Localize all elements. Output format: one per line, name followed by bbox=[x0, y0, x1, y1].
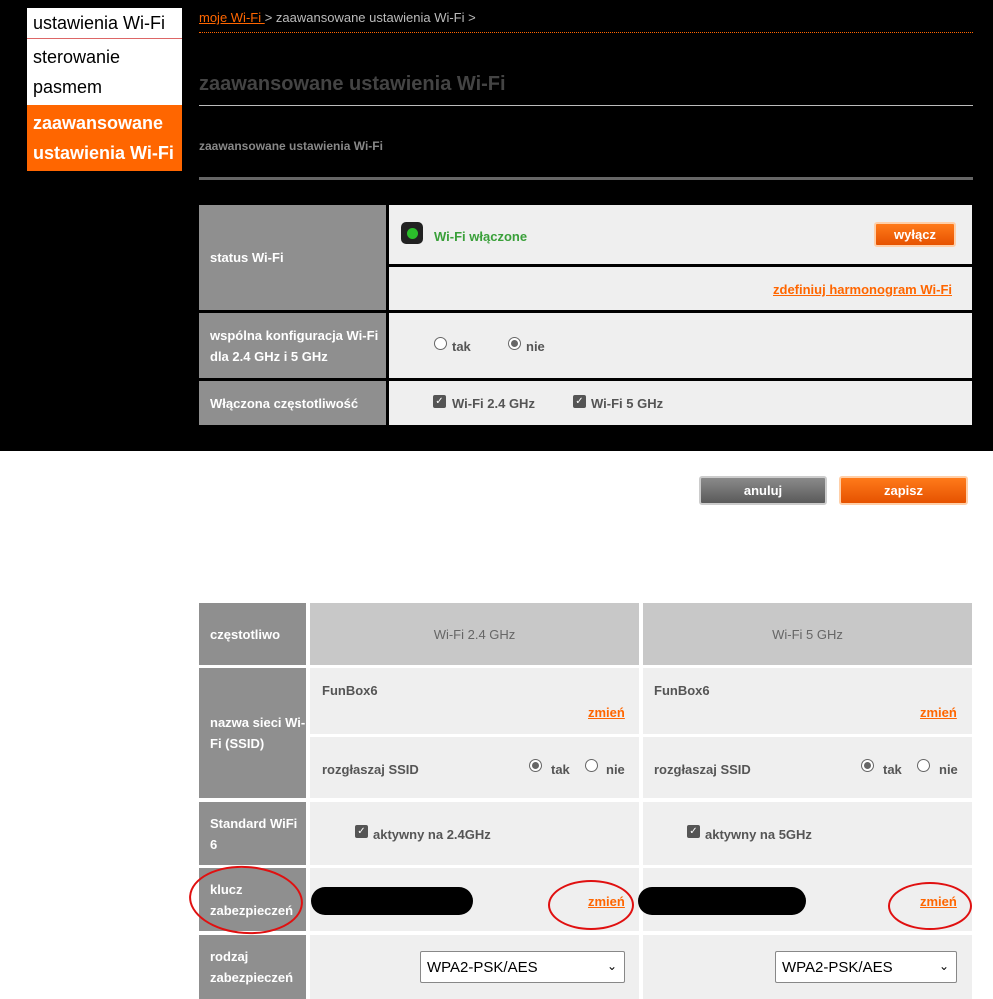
freq-24-checkbox[interactable]: ✓ bbox=[433, 395, 446, 408]
sidebar-item-band-steering[interactable]: sterowanie pasmem bbox=[27, 39, 182, 105]
ssid-5-value: FunBox6 bbox=[654, 683, 710, 698]
key-24-change-link[interactable]: zmień bbox=[588, 894, 625, 909]
freq-5-label: Wi-Fi 5 GHz bbox=[591, 396, 664, 411]
security-5-select[interactable]: WPA2-PSK/AES ⌄ bbox=[775, 951, 957, 983]
broadcast-5-yes-label: tak bbox=[883, 762, 902, 777]
common-config-no-radio[interactable] bbox=[508, 337, 521, 350]
common-config-label: wspólna konfiguracja Wi-Fi dla 2.4 GHz i… bbox=[199, 313, 386, 378]
broadcast-24-no-radio[interactable] bbox=[585, 759, 598, 772]
ssid-label: nazwa sieci Wi-Fi (SSID) bbox=[199, 668, 306, 798]
broadcast-5-no-radio[interactable] bbox=[917, 759, 930, 772]
broadcast-24-no-label: nie bbox=[606, 762, 625, 777]
breadcrumb: moje Wi-Fi > zaawansowane ustawienia Wi-… bbox=[199, 10, 476, 25]
broadcast-5-yes-radio[interactable] bbox=[861, 759, 874, 772]
page-title: zaawansowane ustawienia Wi-Fi bbox=[199, 73, 506, 95]
broadcast-5-label: rozgłaszaj SSID bbox=[654, 762, 751, 777]
security-24-select[interactable]: WPA2-PSK/AES ⌄ bbox=[420, 951, 625, 983]
title-divider bbox=[199, 105, 973, 106]
wifi-off-button[interactable]: wyłącz bbox=[874, 222, 956, 247]
breadcrumb-divider bbox=[199, 32, 973, 33]
security-type-label: rodzaj zabezpieczeń bbox=[199, 935, 306, 999]
status-label: status Wi-Fi bbox=[199, 205, 386, 310]
sidebar-item-advanced-wifi[interactable]: zaawansowane ustawienia Wi-Fi bbox=[27, 105, 182, 171]
band-24-header: Wi-Fi 2.4 GHz bbox=[310, 603, 639, 665]
ssid-24-value: FunBox6 bbox=[322, 683, 378, 698]
breadcrumb-current: > zaawansowane ustawienia Wi-Fi > bbox=[264, 10, 476, 25]
key-24-redaction bbox=[311, 887, 473, 915]
ssid-24-change-link[interactable]: zmień bbox=[588, 705, 625, 720]
common-config-row bbox=[389, 313, 972, 378]
cancel-button[interactable]: anuluj bbox=[699, 476, 827, 505]
broadcast-24-label: rozgłaszaj SSID bbox=[322, 762, 419, 777]
chevron-down-icon: ⌄ bbox=[606, 959, 617, 973]
sidebar-item-wifi-settings[interactable]: ustawienia Wi-Fi bbox=[27, 8, 182, 39]
subtitle-divider bbox=[199, 177, 973, 180]
page-subtitle: zaawansowane ustawienia Wi-Fi bbox=[199, 139, 383, 153]
wifi6-24-value: aktywny na 2.4GHz bbox=[373, 827, 491, 842]
common-config-no-label: nie bbox=[526, 339, 545, 354]
common-config-yes-radio[interactable] bbox=[434, 337, 447, 350]
sidebar: ustawienia Wi-Fi sterowanie pasmem zaawa… bbox=[27, 8, 182, 171]
freq-24-label: Wi-Fi 2.4 GHz bbox=[452, 396, 535, 411]
ssid-5-row bbox=[643, 668, 972, 734]
freq-header-label: częstotliwo bbox=[199, 603, 306, 665]
enabled-freq-label: Włączona częstotliwość bbox=[199, 381, 386, 425]
wifi-status-icon bbox=[401, 222, 423, 244]
save-button[interactable]: zapisz bbox=[839, 476, 968, 505]
band-5-header: Wi-Fi 5 GHz bbox=[643, 603, 972, 665]
broadcast-24-yes-radio[interactable] bbox=[529, 759, 542, 772]
common-config-yes-label: tak bbox=[452, 339, 471, 354]
key-5-change-link[interactable]: zmień bbox=[920, 894, 957, 909]
wifi6-label: Standard WiFi 6 bbox=[199, 802, 306, 865]
security-24-value: WPA2-PSK/AES bbox=[427, 958, 538, 976]
wifi6-5-value: aktywny na 5GHz bbox=[705, 827, 812, 842]
freq-5-checkbox[interactable]: ✓ bbox=[573, 395, 586, 408]
broadcast-24-yes-label: tak bbox=[551, 762, 570, 777]
wifi6-24-checkbox[interactable]: ✓ bbox=[355, 825, 368, 838]
wifi6-5-checkbox[interactable]: ✓ bbox=[687, 825, 700, 838]
ssid-24-row bbox=[310, 668, 639, 734]
key-label: klucz zabezpieczeń bbox=[199, 868, 306, 931]
wifi-status-text: Wi-Fi włączone bbox=[434, 229, 528, 244]
key-5-redaction bbox=[638, 887, 806, 915]
chevron-down-icon: ⌄ bbox=[938, 959, 949, 973]
security-5-value: WPA2-PSK/AES bbox=[782, 958, 893, 976]
breadcrumb-link-my-wifi[interactable]: moje Wi-Fi bbox=[199, 10, 265, 25]
ssid-5-change-link[interactable]: zmień bbox=[920, 705, 957, 720]
schedule-link[interactable]: zdefiniuj harmonogram Wi-Fi bbox=[773, 282, 952, 297]
broadcast-5-no-label: nie bbox=[939, 762, 958, 777]
